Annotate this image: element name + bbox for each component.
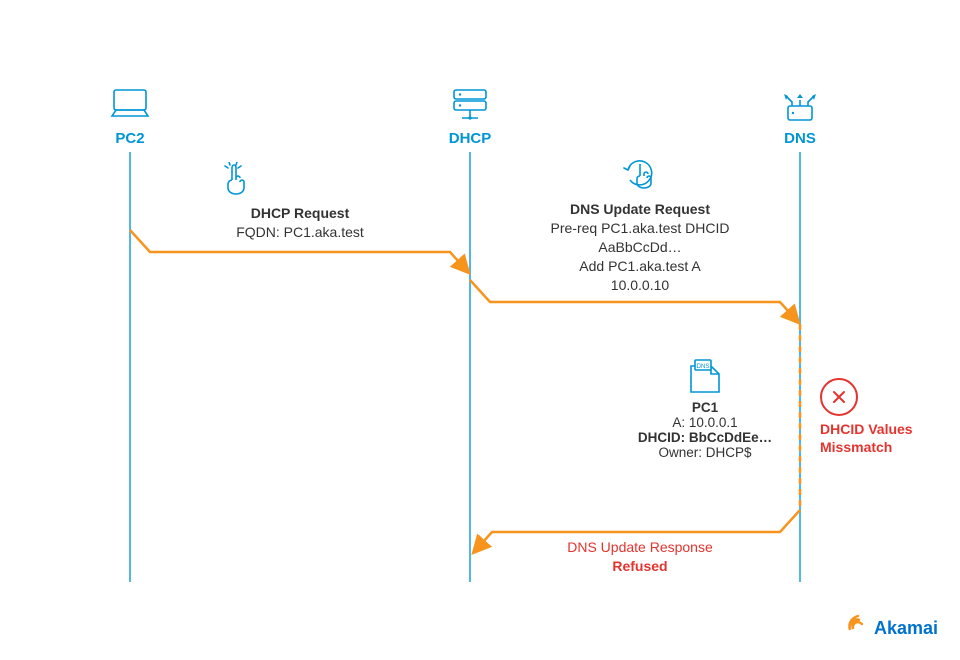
svg-text:DNS: DNS [697, 364, 710, 370]
dns-server-icon [778, 86, 822, 135]
dns-label: DNS [784, 130, 816, 147]
dhcp-request-line1: FQDN: PC1.aka.test [180, 223, 420, 242]
dns-update-response-status: Refused [520, 557, 760, 576]
dhcp-request-msg: DHCP Request FQDN: PC1.aka.test [180, 204, 420, 242]
dhcp-server-icon [448, 86, 492, 131]
pc2-label: PC2 [115, 130, 144, 147]
dns-update-request-line3: Add PC1.aka.test A [520, 257, 760, 276]
dns-update-response-title: DNS Update Response [520, 538, 760, 557]
akamai-swirl-icon [846, 614, 870, 642]
click-icon [220, 162, 250, 201]
dns-lifeline [799, 152, 801, 582]
dhcp-request-title: DHCP Request [180, 204, 420, 223]
dns-update-response-msg: DNS Update Response Refused [520, 538, 760, 576]
dhcp-lifeline [469, 152, 471, 582]
refresh-click-icon [620, 154, 660, 201]
pc2-icon [108, 86, 152, 127]
dns-update-request-msg: DNS Update Request Pre-req PC1.aka.test … [520, 200, 760, 294]
record-name: PC1 [620, 400, 790, 415]
record-owner: Owner: DHCP$ [620, 445, 790, 460]
error-icon [820, 378, 858, 416]
dns-record-block: DNS PC1 A: 10.0.0.1 DHCID: BbCcDdEe… Own… [620, 356, 790, 460]
error-label: DHCID Values Missmatch [820, 420, 913, 456]
akamai-logo-text: Akamai [874, 618, 938, 639]
pc2-lifeline [129, 152, 131, 582]
dns-update-request-title: DNS Update Request [520, 200, 760, 219]
sequence-diagram: PC2 DHCP DNS DHCP Request FQDN: PC1.aka.… [0, 0, 960, 660]
dns-doc-icon: DNS [685, 356, 725, 396]
record-a: A: 10.0.0.1 [620, 415, 790, 430]
akamai-logo: Akamai [846, 614, 938, 642]
dns-update-request-line4: 10.0.0.10 [520, 276, 760, 295]
dhcp-label: DHCP [449, 130, 492, 147]
record-dhcid: DHCID: BbCcDdEe… [620, 430, 790, 445]
error-text: DHCID Values Missmatch [820, 421, 913, 455]
dns-update-request-line2: AaBbCcDd… [520, 238, 760, 257]
dns-update-request-line1: Pre-req PC1.aka.test DHCID [520, 219, 760, 238]
